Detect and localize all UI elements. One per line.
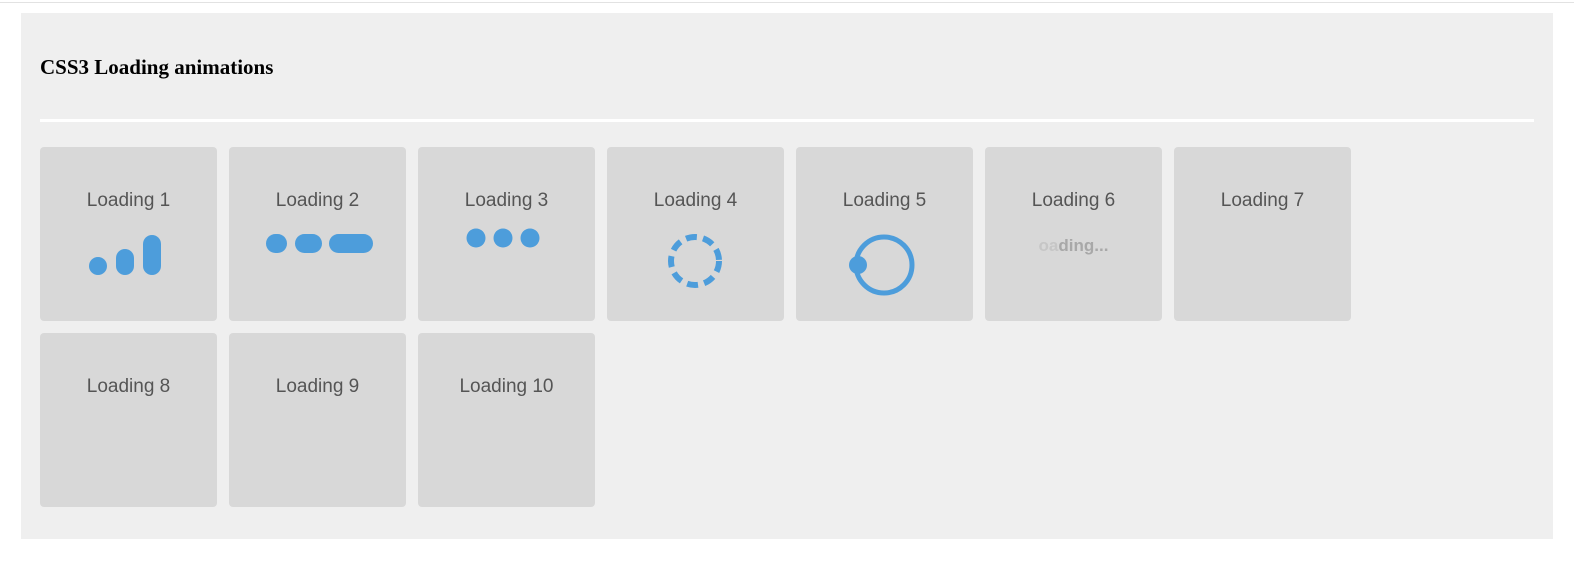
top-rule [0, 2, 1574, 3]
loader-label: Loading 9 [275, 376, 360, 397]
orbit-dot [849, 256, 867, 274]
loader-card-1: Loading 1 [40, 147, 217, 321]
loader-card-10: Loading 10 [418, 333, 595, 507]
growing-bars-icon [89, 235, 161, 275]
text-visible-part: ding... [1058, 236, 1109, 255]
bar-2 [116, 249, 134, 275]
loader-label: Loading 8 [86, 376, 171, 397]
dashed-ring [668, 234, 722, 288]
dot-2 [295, 234, 322, 253]
dashed-ring-icon [668, 234, 722, 288]
bar-1 [89, 257, 107, 275]
three-dots-icon [466, 228, 540, 248]
bar-3 [143, 235, 161, 275]
fading-loading-text: oading... [985, 236, 1162, 256]
dot-3 [520, 228, 540, 248]
loader-card-4: Loading 4 [607, 147, 784, 321]
loader-card-6: Loading 6 oading... [985, 147, 1162, 321]
loader-card-8: Loading 8 [40, 333, 217, 507]
dot-3 [329, 234, 373, 253]
loader-label: Loading 7 [1220, 190, 1305, 211]
text-faded-part: oa [1038, 236, 1059, 255]
dot-2 [493, 228, 513, 248]
loader-card-3: Loading 3 [418, 147, 595, 321]
loader-label: Loading 10 [459, 376, 554, 397]
orbit-ring-icon [849, 234, 915, 296]
loader-card-7: Loading 7 [1174, 147, 1351, 321]
title-divider [40, 119, 1534, 122]
loader-card-9: Loading 9 [229, 333, 406, 507]
dot-1 [266, 234, 287, 253]
dot-1 [466, 228, 486, 248]
loader-label: Loading 6 [1031, 190, 1116, 211]
stretching-dots-icon [266, 234, 373, 253]
page-title: CSS3 Loading animations [40, 55, 274, 79]
demo-panel: CSS3 Loading animations Loading 1 Loadin… [21, 13, 1553, 539]
loader-label: Loading 1 [86, 190, 171, 211]
loader-label: Loading 5 [842, 190, 927, 211]
loader-label: Loading 3 [464, 190, 549, 211]
loader-card-2: Loading 2 [229, 147, 406, 321]
loader-card-5: Loading 5 [796, 147, 973, 321]
loader-label: Loading 4 [653, 190, 738, 211]
loader-label: Loading 2 [275, 190, 360, 211]
